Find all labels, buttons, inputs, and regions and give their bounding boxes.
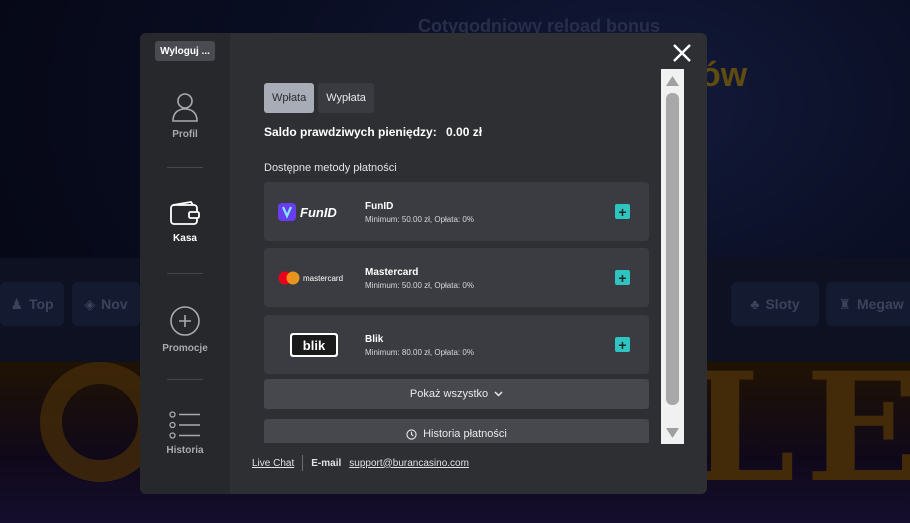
close-icon[interactable] xyxy=(670,41,694,65)
sidebar-item-profile[interactable]: Profil xyxy=(140,91,230,140)
plus-icon: + xyxy=(618,336,627,353)
sidebar-item-label: Promocje xyxy=(162,343,208,354)
funid-icon xyxy=(278,203,296,221)
add-method-button[interactable]: + xyxy=(615,270,630,285)
payment-methods-title: Dostępne metody płatności xyxy=(264,162,397,174)
scroll-up-arrow-icon[interactable] xyxy=(665,75,680,87)
wallet-icon xyxy=(170,201,200,225)
payment-method-funid[interactable]: FunID FunID Minimum: 50.00 zł, Opłata: 0… xyxy=(264,182,649,241)
mastercard-icon xyxy=(278,271,300,285)
email-label: E-mail xyxy=(311,457,342,469)
sidebar-item-label: Historia xyxy=(166,445,204,456)
payment-history-button[interactable]: Historia płatności xyxy=(264,419,649,443)
payment-history-label: Historia płatności xyxy=(423,428,507,440)
show-all-button[interactable]: Pokaż wszystko xyxy=(264,379,649,409)
plus-icon: + xyxy=(618,203,627,220)
plus-icon: + xyxy=(618,269,627,286)
live-chat-link[interactable]: Live Chat xyxy=(252,458,294,469)
balance-amount: 0.00 zł xyxy=(446,125,483,139)
chevron-down-icon xyxy=(494,391,503,397)
payment-method-limits: Minimum: 80.00 zł, Opłata: 0% xyxy=(365,348,474,357)
user-icon xyxy=(172,93,198,122)
funid-logo-text: FunID xyxy=(300,204,337,220)
sidebar-divider xyxy=(167,167,203,168)
payment-method-name: FunID xyxy=(365,201,394,212)
footer-divider xyxy=(302,455,304,471)
plus-circle-icon xyxy=(170,306,200,336)
logout-button[interactable]: Wyloguj ... xyxy=(155,41,215,61)
balance-label: Saldo prawdziwych pieniędzy: xyxy=(264,125,437,139)
sidebar-divider xyxy=(167,273,203,274)
scroll-down-arrow-icon[interactable] xyxy=(665,427,680,439)
balance-line: Saldo prawdziwych pieniędzy: 0.00 zł xyxy=(264,125,482,139)
account-sidebar: Wyloguj ... Profil Kasa Promocje Histori… xyxy=(140,33,230,494)
blik-logo-text: blik xyxy=(292,335,336,355)
add-method-button[interactable]: + xyxy=(615,204,630,219)
payment-method-blik[interactable]: blik Blik Minimum: 80.00 zł, Opłata: 0% … xyxy=(264,315,649,374)
payment-method-name: Blik xyxy=(365,334,384,345)
payment-method-limits: Minimum: 50.00 zł, Opłata: 0% xyxy=(365,215,474,224)
payment-method-limits: Minimum: 50.00 zł, Opłata: 0% xyxy=(365,281,474,290)
cashier-tabs: Wpłata Wypłata xyxy=(264,83,374,113)
list-icon xyxy=(169,411,200,439)
sidebar-item-promotions[interactable]: Promocje xyxy=(140,305,230,354)
show-all-label: Pokaż wszystko xyxy=(409,388,489,400)
tab-deposit[interactable]: Wpłata xyxy=(264,83,315,113)
mastercard-logo-text: mastercard xyxy=(303,273,344,283)
cashier-content[interactable]: Wpłata Wypłata Saldo prawdziwych pienięd… xyxy=(248,71,662,443)
blik-logo-frame: blik xyxy=(290,333,338,357)
funid-logo: FunID xyxy=(278,199,354,225)
blik-logo: blik xyxy=(278,332,354,358)
sidebar-item-label: Kasa xyxy=(173,233,197,244)
cashier-modal: Wyloguj ... Profil Kasa Promocje Histori… xyxy=(140,33,707,494)
sidebar-item-history[interactable]: Historia xyxy=(140,411,230,456)
sidebar-item-cashier[interactable]: Kasa xyxy=(140,201,230,244)
payment-method-name: Mastercard xyxy=(365,267,419,278)
scroll-thumb[interactable] xyxy=(666,93,679,405)
add-method-button[interactable]: + xyxy=(615,337,630,352)
support-email-link[interactable]: support@burancasino.com xyxy=(349,458,469,469)
history-clock-icon xyxy=(406,428,417,440)
tab-withdraw[interactable]: Wypłata xyxy=(318,83,374,113)
content-scrollbar[interactable] xyxy=(661,69,684,444)
sidebar-divider xyxy=(167,379,203,380)
support-footer: Live Chat E-mail support@burancasino.com xyxy=(252,455,469,471)
mastercard-logo: mastercard xyxy=(278,265,354,291)
payment-method-mastercard[interactable]: mastercard Mastercard Minimum: 50.00 zł,… xyxy=(264,248,649,307)
sidebar-item-label: Profil xyxy=(172,129,198,140)
